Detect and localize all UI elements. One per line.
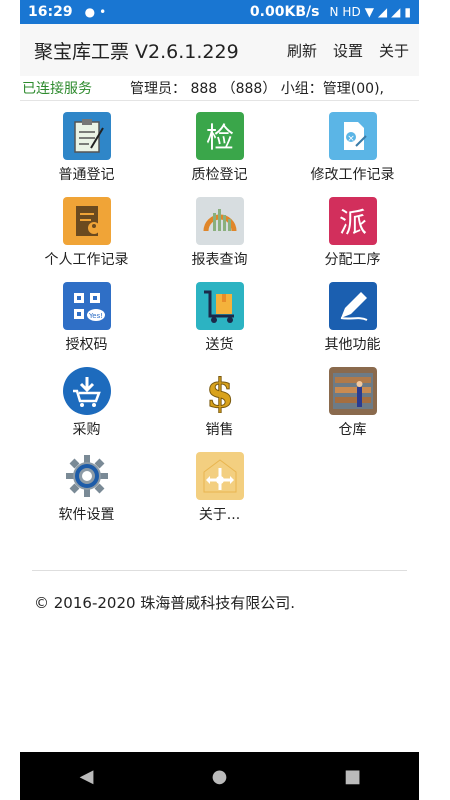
chat-icon: ● xyxy=(84,5,96,19)
svg-text:检: 检 xyxy=(205,121,233,154)
svg-text:Yes!: Yes! xyxy=(87,312,102,320)
menu-item-label: 个人工作记录 xyxy=(44,252,129,268)
app-bar: 聚宝库工票 V2.6.1.229 刷新 设置 关于 xyxy=(20,24,419,76)
menu-item-label: 质检登记 xyxy=(191,167,248,183)
menu-item-label: 软件设置 xyxy=(58,507,115,523)
back-icon[interactable]: ◀ xyxy=(67,766,107,787)
settings-button[interactable]: 设置 xyxy=(333,40,363,61)
hd-icon: HD xyxy=(342,5,361,19)
svg-text:×: × xyxy=(347,134,355,144)
copyright-text: © 2016-2020 珠海普威科技有限公司. xyxy=(34,594,296,612)
menu-item-normal-register[interactable]: 普通登记 xyxy=(20,112,153,192)
refresh-button[interactable]: 刷新 xyxy=(287,40,317,61)
menu-item-report-query[interactable]: 报表查询 xyxy=(153,197,286,277)
menu-item-delivery[interactable]: 送货 xyxy=(153,282,286,362)
connection-status: 已连接服务 xyxy=(22,81,92,97)
menu-item-label: 仓库 xyxy=(338,422,367,438)
admin-info: 管理员： 888 （888） 小组：管理(00), xyxy=(130,81,384,97)
svg-text:派: 派 xyxy=(338,206,366,239)
menu-item-label: 关于... xyxy=(198,507,241,523)
gear-icon xyxy=(62,452,111,500)
divider xyxy=(32,570,407,571)
dollar-icon: $ xyxy=(195,367,244,415)
menu-item-other-functions[interactable]: 其他功能 xyxy=(286,282,419,362)
system-nav-bar: ◀ ● ■ xyxy=(20,752,419,800)
menu-item-label: 修改工作记录 xyxy=(310,167,395,183)
network-speed: 0.00KB/s xyxy=(249,4,320,20)
menu-item-personal-work-record[interactable]: 个人工作记录 xyxy=(20,197,153,277)
phone-screen: 16:29 ● • 0.00KB/s N HD ▼ ◢ ◢ ▮ 聚宝库工票 V2… xyxy=(20,0,419,800)
menu-item-purchase[interactable]: 采购 xyxy=(20,367,153,447)
battery-icon: ▮ xyxy=(404,5,411,19)
about-button[interactable]: 关于 xyxy=(379,40,409,61)
cart-icon xyxy=(195,282,244,330)
menu-item-sales[interactable]: $ 销售 xyxy=(153,367,286,447)
status-time: 16:29 xyxy=(28,4,73,20)
person-record-icon xyxy=(62,197,111,245)
menu-item-assign-process[interactable]: 派 分配工序 xyxy=(286,197,419,277)
info-bar: 已连接服务 管理员： 888 （888） 小组：管理(00), xyxy=(20,76,419,101)
nfc-icon: N xyxy=(329,5,339,19)
shopping-cart-icon xyxy=(62,367,111,415)
menu-item-label: 销售 xyxy=(205,422,234,438)
menu-item-label: 采购 xyxy=(72,422,101,438)
dot-icon: • xyxy=(99,5,107,19)
menu-item-label: 报表查询 xyxy=(191,252,248,268)
warehouse-icon xyxy=(328,367,377,415)
recent-apps-icon[interactable]: ■ xyxy=(333,766,373,787)
pen-icon xyxy=(328,282,377,330)
status-bar: 16:29 ● • 0.00KB/s N HD ▼ ◢ ◢ ▮ xyxy=(20,0,419,24)
menu-item-label: 送货 xyxy=(205,337,234,353)
menu-item-label: 授权码 xyxy=(65,337,108,353)
menu-item-label: 普通登记 xyxy=(58,167,115,183)
menu-item-warehouse[interactable]: 仓库 xyxy=(286,367,419,447)
menu-item-label: 分配工序 xyxy=(324,252,381,268)
report-icon xyxy=(195,197,244,245)
menu-item-label: 其他功能 xyxy=(324,337,381,353)
app-title: 聚宝库工票 V2.6.1.229 xyxy=(34,40,239,63)
wifi-icon: ▼ xyxy=(364,5,374,19)
home-icon[interactable]: ● xyxy=(200,766,240,787)
dispatch-icon: 派 xyxy=(328,197,377,245)
menu-item-auth-code[interactable]: Yes! 授权码 xyxy=(20,282,153,362)
svg-text:$: $ xyxy=(206,370,234,413)
menu-item-about[interactable]: 关于... xyxy=(153,452,286,532)
menu-item-quality-register[interactable]: 检 质检登记 xyxy=(153,112,286,192)
qrcode-icon: Yes! xyxy=(62,282,111,330)
menu-item-software-settings[interactable]: 软件设置 xyxy=(20,452,153,532)
edit-doc-icon: × xyxy=(328,112,377,160)
signal-4g-icon: ◢ xyxy=(377,5,388,19)
inspect-icon: 检 xyxy=(195,112,244,160)
clipboard-icon xyxy=(62,112,111,160)
signal-4g-icon-2: ◢ xyxy=(391,5,401,19)
menu-item-edit-work-record[interactable]: × 修改工作记录 xyxy=(286,112,419,192)
about-icon xyxy=(195,452,244,500)
